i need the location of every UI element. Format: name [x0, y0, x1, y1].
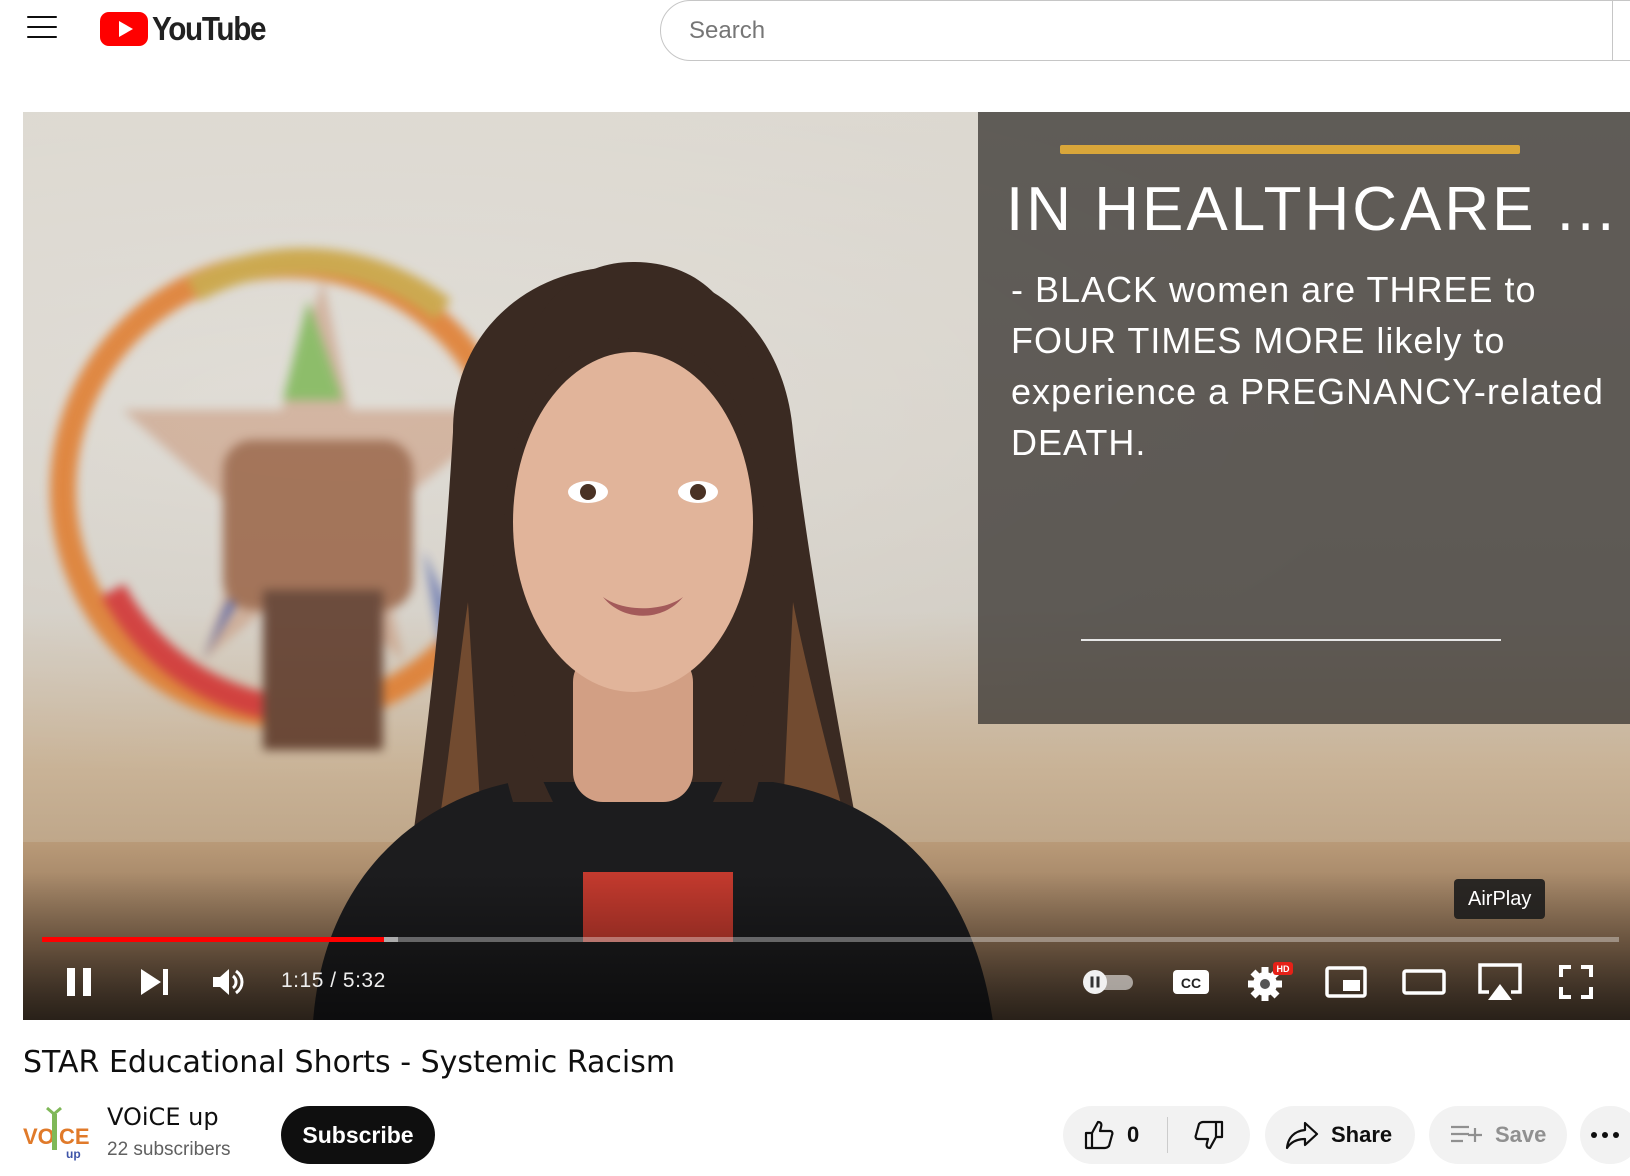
- youtube-logo[interactable]: YouTube: [100, 10, 278, 47]
- overlay-body: - BLACK women are THREE to FOUR TIMES MO…: [1011, 269, 1604, 463]
- pause-icon: [67, 968, 91, 996]
- volume-button[interactable]: [207, 957, 251, 1007]
- time-separator: /: [323, 969, 343, 992]
- avatar-text-mid: CE: [59, 1124, 89, 1149]
- settings-button[interactable]: HD: [1245, 957, 1293, 1007]
- theater-mode-button[interactable]: [1401, 957, 1447, 1007]
- time-current: 1:15: [281, 969, 324, 992]
- time-duration: 5:32: [342, 969, 386, 992]
- save-label: Save: [1495, 1122, 1547, 1147]
- settings-icon: HD: [1248, 962, 1293, 1001]
- hamburger-menu-icon[interactable]: [27, 16, 57, 40]
- dislike-button[interactable]: [1168, 1106, 1250, 1164]
- overlay-divider: [1081, 639, 1501, 641]
- thumbs-down-icon: [1194, 1120, 1224, 1150]
- subscribe-button[interactable]: Subscribe: [281, 1106, 435, 1164]
- share-button[interactable]: Share: [1265, 1106, 1415, 1164]
- video-player[interactable]: IN HEALTHCARE ... - BLACK women are THRE…: [23, 112, 1630, 1020]
- theater-icon: [1402, 969, 1446, 995]
- search-divider: [1612, 0, 1613, 61]
- fullscreen-icon: [1559, 965, 1593, 999]
- text-overlay-panel: IN HEALTHCARE ... - BLACK women are THRE…: [978, 112, 1630, 724]
- next-button[interactable]: [133, 957, 177, 1007]
- share-label: Share: [1331, 1122, 1393, 1147]
- captions-button[interactable]: CC: [1168, 957, 1214, 1007]
- more-actions-button[interactable]: [1580, 1106, 1630, 1164]
- next-icon: [141, 969, 168, 995]
- miniplayer-icon: [1325, 966, 1367, 998]
- miniplayer-button[interactable]: [1323, 957, 1369, 1007]
- volume-icon: [213, 969, 244, 995]
- time-display: 1:15 / 5:32: [281, 969, 386, 993]
- hd-badge: HD: [1277, 964, 1290, 974]
- thumbs-up-icon: [1084, 1120, 1114, 1150]
- more-horizontal-icon: [1591, 1132, 1619, 1138]
- overlay-accent-bar: [1060, 145, 1520, 154]
- fullscreen-button[interactable]: [1553, 957, 1599, 1007]
- subscriber-count: 22 subscribers: [107, 1139, 231, 1160]
- channel-avatar[interactable]: VO CE up: [23, 1106, 89, 1162]
- share-icon: [1285, 1121, 1319, 1150]
- video-title: STAR Educational Shorts - Systemic Racis…: [23, 1045, 676, 1080]
- avatar-text-bottom: up: [66, 1147, 81, 1161]
- search-box: [660, 0, 1630, 61]
- like-count: 0: [1127, 1122, 1140, 1147]
- progress-played: [42, 937, 385, 942]
- search-input[interactable]: [689, 16, 1589, 45]
- pause-button[interactable]: [57, 957, 101, 1007]
- progress-bar[interactable]: [42, 937, 1619, 942]
- controls-gradient: [23, 872, 1630, 1020]
- masthead: YouTube: [0, 0, 1630, 86]
- airplay-icon: [1478, 963, 1522, 1000]
- save-playlist-icon: [1451, 1125, 1482, 1143]
- avatar-text-top: VO: [23, 1124, 55, 1149]
- autoplay-toggle[interactable]: [1078, 957, 1138, 1007]
- logo-text: YouTube: [152, 10, 267, 47]
- captions-icon: CC: [1173, 970, 1209, 994]
- youtube-play-icon: [100, 12, 148, 46]
- airplay-tooltip: AirPlay: [1454, 879, 1546, 919]
- overlay-title: IN HEALTHCARE ...: [1006, 175, 1618, 244]
- like-button[interactable]: 0: [1063, 1106, 1167, 1164]
- like-dislike-group: 0: [1063, 1106, 1250, 1164]
- autoplay-toggle-icon: [1083, 970, 1133, 994]
- airplay-button[interactable]: [1475, 957, 1525, 1007]
- save-button[interactable]: Save: [1429, 1106, 1567, 1164]
- channel-name[interactable]: VOiCE up: [107, 1103, 219, 1131]
- svg-text:CC: CC: [1181, 975, 1201, 991]
